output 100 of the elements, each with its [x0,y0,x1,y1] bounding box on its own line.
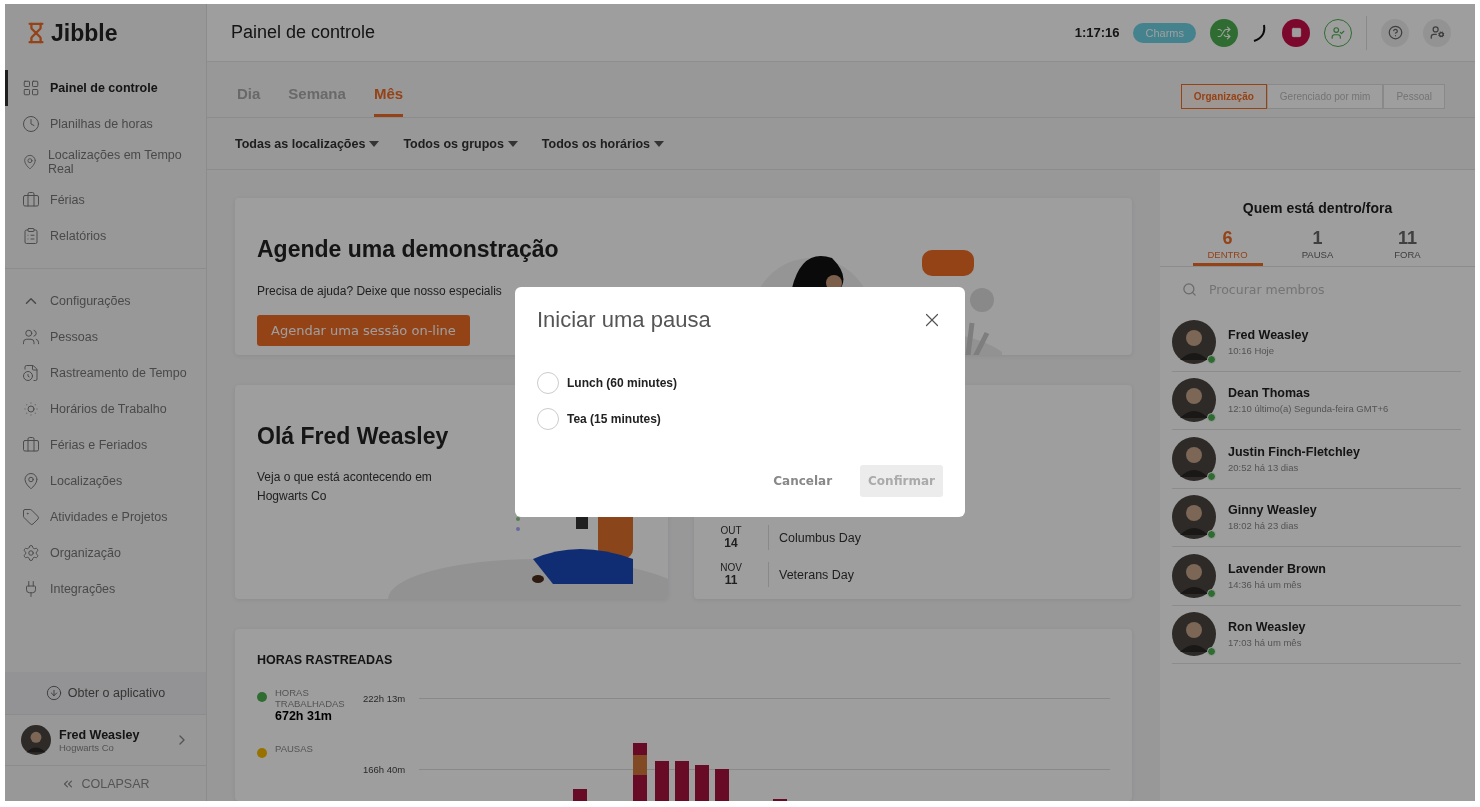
user-org: Hogwarts Co [59,741,114,753]
get-app-button[interactable]: Obter o aplicativo [5,672,206,714]
member-name: Dean Thomas [1228,386,1311,401]
search-icon [1182,281,1197,297]
help-button[interactable] [1381,18,1409,47]
clipboard-icon [22,227,40,245]
status-tab[interactable]: 6 DENTRO [1192,228,1263,266]
avatar-icon [1172,378,1216,423]
scope-button[interactable]: Organização [1180,84,1267,109]
clock-icon [22,115,40,133]
arc-icon [1252,22,1268,43]
chart-bar [655,761,669,801]
sidebar-item[interactable]: Integrações [5,571,206,607]
member-name: Lavender Brown [1228,561,1326,576]
filter-dropdown[interactable]: Todos os horários [541,136,664,151]
caret-icon [369,140,380,147]
avatar-icon [1172,495,1216,540]
sidebar-item-label: Painel de controle [50,81,158,95]
break-option[interactable]: Lunch (60 minutes) [537,365,943,401]
holiday-month: OUT [720,525,742,537]
timer: 1:17:16 [1074,25,1120,40]
user-name: Fred Weasley [59,727,141,742]
sidebar-item[interactable]: Relatórios [5,218,206,254]
sidebar-item[interactable]: Localizações [5,463,206,499]
card-title: Olá Fred Weasley [257,423,450,451]
collapse-button[interactable]: COLAPSAR [5,765,206,801]
settings-toggle[interactable]: Configurações [5,283,206,319]
member-row[interactable]: Dean Thomas 12:10 último(a) Segunda-feira GMT+6 [1172,371,1461,430]
card-text: Precisa de ajuda? Deixe que nosso especialis [257,283,502,300]
filter-dropdown[interactable]: Todas as localizações [235,136,380,151]
legend-value: 672h 31m [275,709,333,724]
page-title: Painel de controle [231,22,377,43]
card-text: Veja o que está acontecendo em Hogwarts Co [257,469,433,506]
caret-icon [507,140,518,147]
status-tab[interactable]: 11 FORA [1372,228,1443,266]
sidebar-item-label: Férias e Feriados [50,438,148,452]
settings-icon [22,544,40,562]
avatar-icon [1172,612,1216,657]
people-icon [22,328,40,346]
sidebar-item-label: Férias [50,193,85,207]
option-label: Lunch (60 minutes) [567,376,677,390]
sidebar-item[interactable]: Férias [5,182,206,218]
avatar-icon [1172,319,1216,364]
settings-button[interactable] [1423,18,1451,47]
switch-activity-button[interactable] [1210,18,1238,47]
sidebar-item-label: Relatórios [50,229,107,243]
logo: Jibble [51,19,118,47]
sidebar-item[interactable]: Rastreamento de Tempo [5,355,206,391]
sidebar-item[interactable]: Painel de controle [5,70,206,106]
clock-in-button[interactable] [1324,18,1352,47]
member-row[interactable]: Fred Weasley 10:16 Hoje [1172,313,1461,372]
filter-dropdown[interactable]: Todos os grupos [403,136,518,151]
legend-label: PAUSAS [275,743,313,755]
suitcase-icon [22,191,40,209]
holiday-day: 11 [720,573,742,588]
axis-tick-label: 222h 13m [363,693,407,705]
sidebar-item[interactable]: Localizações em Tempo Real [5,142,206,182]
member-name: Ginny Weasley [1228,503,1317,518]
schedule-button[interactable]: Agendar uma sessão on-line [257,315,470,346]
member-row[interactable]: Lavender Brown 14:36 há um mês [1172,547,1461,606]
card-title: HORAS RASTREADAS [257,653,394,668]
sidebar-item-label: Integrações [50,582,116,596]
sidebar-item[interactable]: Organização [5,535,206,571]
help-icon [1387,25,1403,40]
member-name: Ron Weasley [1228,620,1306,635]
stop-button[interactable] [1282,18,1310,47]
cancel-button[interactable]: Cancelar [765,465,841,497]
holiday-name: Columbus Day [779,530,861,545]
user-gear-icon [1429,25,1445,40]
map-pin-icon [22,153,38,171]
legend-label: HORAS TRABALHADAS [275,687,346,710]
avatar-icon [21,725,51,755]
file-clock-icon [22,364,40,382]
holiday-name: Veterans Day [779,567,855,582]
member-name: Justin Finch-Fletchley [1228,444,1360,459]
break-option[interactable]: Tea (15 minutes) [537,401,943,437]
suitcase-icon [22,436,40,454]
sidebar-item-label: Localizações em Tempo Real [47,148,183,176]
sidebar-item[interactable]: Horários de Trabalho [5,391,206,427]
member-row[interactable]: Ginny Weasley 18:02 há 23 dias [1172,488,1461,547]
sidebar-item-label: Organização [50,546,121,560]
member-row[interactable]: Ron Weasley 17:03 há um mês [1172,605,1461,664]
status-tab[interactable]: 1 PAUSA [1282,228,1353,266]
card-title: Agende uma demonstração [257,236,560,263]
period-tab[interactable]: Mês [373,85,404,117]
sidebar-item-label: Planilhas de horas [50,117,153,131]
chart-bar [633,775,647,801]
avatar-icon [1172,553,1216,598]
sidebar-item[interactable]: Pessoas [5,319,206,355]
sidebar-item[interactable]: Atividades e Projetos [5,499,206,535]
holiday-day: 14 [720,536,742,551]
chart-bar [695,765,709,801]
sidebar-item[interactable]: Planilhas de horas [5,106,206,142]
member-row[interactable]: Justin Finch-Fletchley 20:52 há 13 dias [1172,430,1461,489]
dashboard-icon [22,79,40,97]
member-name: Fred Weasley [1228,327,1309,342]
caret-icon [654,140,664,147]
member-status: 18:02 há 23 dias [1228,520,1300,532]
sidebar-item[interactable]: Férias e Feriados [5,427,206,463]
sidebar-item-label: Horários de Trabalho [50,402,167,416]
